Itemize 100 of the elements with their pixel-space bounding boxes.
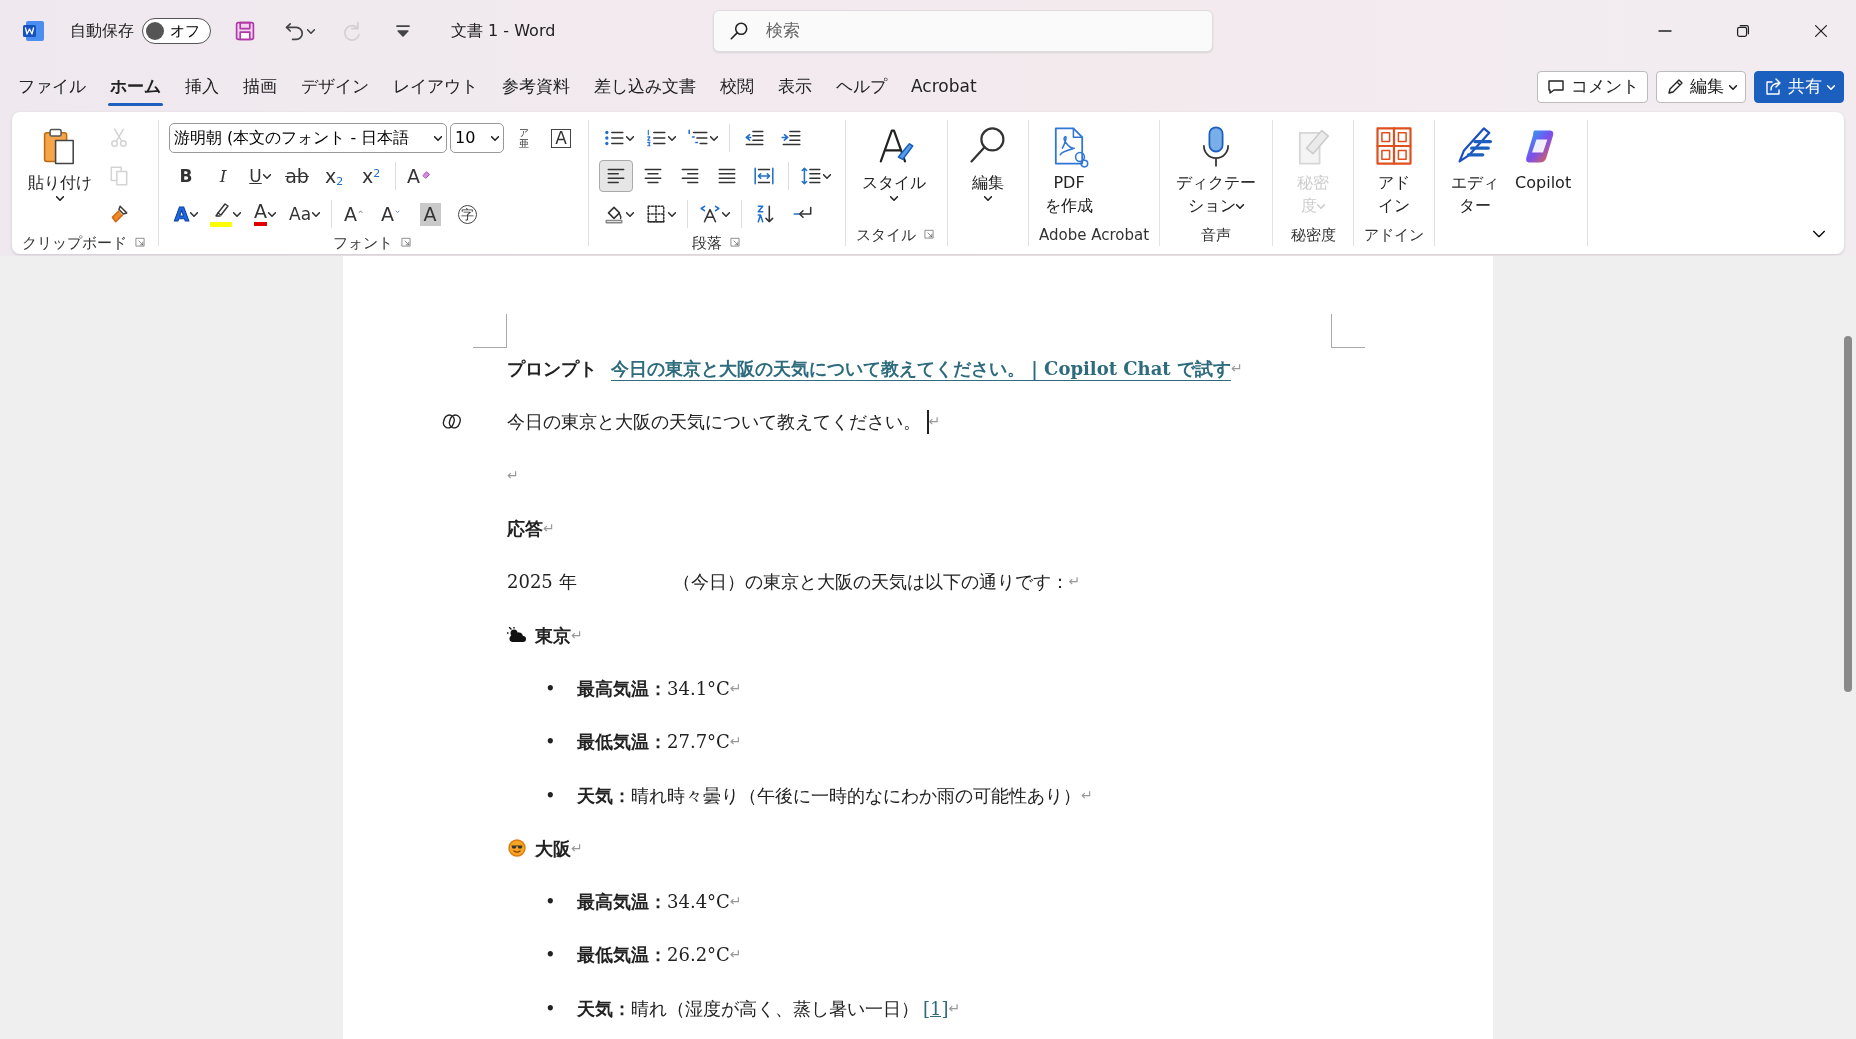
- menu-tab[interactable]: ホーム: [98, 70, 173, 104]
- comment-button[interactable]: コメント: [1537, 71, 1648, 103]
- close-icon: [1812, 22, 1830, 40]
- font-color-button[interactable]: A: [248, 198, 282, 230]
- italic-button[interactable]: I: [206, 160, 240, 192]
- margin-corner-mark: [1331, 314, 1365, 348]
- menu-tab[interactable]: デザイン: [289, 70, 381, 104]
- item-label: 最高気温：: [577, 676, 667, 701]
- font-name-dropdown[interactable]: 游明朝 (本文のフォント - 日本語: [169, 123, 447, 153]
- caret-icon: [434, 135, 442, 141]
- menu-tab[interactable]: 差し込み文書: [582, 70, 708, 104]
- menu-tab[interactable]: レイアウト: [381, 70, 490, 104]
- body-text: （今日）の東京と大阪の天気は以下の通りです：: [672, 570, 1069, 595]
- copy-icon: [108, 165, 130, 187]
- dialog-launcher-button[interactable]: [401, 236, 414, 250]
- item-value: 34.4°C: [667, 890, 730, 915]
- paragraph-mark: ↵: [928, 412, 941, 432]
- paragraph-mark: ↵: [571, 625, 583, 643]
- city-heading: 大阪: [535, 836, 571, 861]
- menu-tab[interactable]: 描画: [231, 70, 289, 104]
- item-label: 最低気温：: [577, 730, 667, 755]
- paragraph-mark: ↵: [1081, 785, 1093, 805]
- dialog-launcher-icon: [729, 236, 743, 250]
- search-field[interactable]: 検索: [764, 17, 1199, 45]
- superscript-button[interactable]: x$^{2}$: [354, 160, 388, 192]
- app-logo-icon: [22, 19, 46, 43]
- subscript-button[interactable]: x$_{2}$: [317, 160, 351, 192]
- align-left-button[interactable]: [599, 160, 633, 192]
- bullet-mark: •: [545, 730, 557, 755]
- character-shading-button[interactable]: A: [413, 198, 448, 230]
- menu-tab[interactable]: ファイル: [6, 70, 98, 104]
- search-box[interactable]: 検索: [713, 10, 1214, 52]
- font-size-dropdown[interactable]: 10: [450, 123, 504, 153]
- menu-tab[interactable]: 参考資料: [490, 70, 582, 104]
- item-value: 26.2°C: [667, 943, 730, 968]
- bold-button[interactable]: B: [169, 160, 203, 192]
- item-value: 27.7°C: [667, 730, 730, 755]
- caret-icon: [491, 135, 499, 141]
- group-label: スタイル: [856, 224, 916, 246]
- editor-button[interactable]: エディ ター: [1445, 120, 1506, 224]
- menu-tab[interactable]: 挿入: [173, 70, 231, 104]
- grow-font-button[interactable]: A: [339, 198, 374, 230]
- group-label: 秘密度: [1290, 224, 1336, 246]
- paragraph-mark: ↵: [1068, 572, 1081, 592]
- dialog-launcher-icon: [135, 236, 148, 250]
- line-spacing-icon: [800, 165, 822, 187]
- paste-button[interactable]: 貼り付け: [22, 120, 98, 232]
- group-label: 音声: [1201, 224, 1232, 246]
- addins-button[interactable]: アド イン: [1364, 120, 1425, 224]
- dialog-launcher-icon: [924, 228, 937, 242]
- response-heading: 応答: [507, 517, 543, 542]
- enclosed-character-button[interactable]: 字: [450, 198, 485, 230]
- menu-tab[interactable]: ヘルプ: [824, 70, 899, 104]
- body-text: 2025 年: [507, 570, 577, 595]
- group-label: Adobe Acrobat: [1039, 224, 1150, 246]
- copilot-button[interactable]: Copilot: [1509, 120, 1578, 224]
- group-label: フォント: [333, 232, 393, 254]
- find-button[interactable]: 編集: [958, 120, 1018, 224]
- item-label: 天気：: [577, 783, 631, 808]
- share-button[interactable]: 共有: [1754, 71, 1844, 103]
- text-effects-button[interactable]: A: [169, 198, 203, 230]
- menu-tab[interactable]: 校閲: [708, 70, 766, 104]
- group-label: 段落: [691, 232, 722, 254]
- paragraph-mark: ↵: [729, 892, 742, 912]
- menu-tab[interactable]: Acrobat: [899, 70, 989, 104]
- mic-button[interactable]: ディクテー ション: [1170, 120, 1263, 224]
- font-name-field[interactable]: 游明朝 (本文のフォント - 日本語: [174, 126, 432, 150]
- item-label: 最低気温：: [577, 943, 667, 968]
- clear-formatting-button[interactable]: A: [403, 160, 439, 192]
- pdf-button[interactable]: PDF を作成: [1039, 120, 1099, 224]
- prompt-label: プロンプト: [507, 357, 597, 382]
- phonetic-guide-button[interactable]: ア 亜: [507, 122, 541, 154]
- margin-corner-mark: [473, 314, 507, 348]
- autosave-label: 自動保存: [70, 20, 134, 42]
- styles-button[interactable]: スタイル: [856, 120, 932, 224]
- paragraph-mark: ↵: [948, 998, 961, 1018]
- numbered-list-icon: [645, 127, 667, 149]
- font-size-field[interactable]: 10: [455, 126, 489, 150]
- paragraph-mark: ↵: [571, 838, 583, 856]
- character-border-button[interactable]: A: [544, 122, 578, 154]
- underline-button[interactable]: U: [243, 160, 277, 192]
- paragraph-mark: ↵: [729, 732, 742, 752]
- citation-link[interactable]: [1]: [923, 994, 949, 1022]
- strikethrough-button[interactable]: ab: [280, 160, 314, 192]
- edit-button[interactable]: 編集: [1656, 71, 1746, 103]
- autosave-toggle[interactable]: オフ: [142, 18, 211, 44]
- dialog-launcher-icon: [401, 236, 414, 250]
- menu-tab[interactable]: 表示: [766, 70, 824, 104]
- dialog-launcher-button[interactable]: [135, 236, 148, 250]
- dialog-launcher-button[interactable]: [729, 236, 743, 250]
- dialog-launcher-button[interactable]: [924, 228, 937, 242]
- prompt-link[interactable]: 今日の東京と大阪の天気について教えてください。 | Copilot Chat で試す: [611, 355, 1231, 383]
- paragraph-mark: ↵: [1230, 359, 1243, 377]
- change-case-button[interactable]: Aa: [285, 198, 325, 230]
- city-heading: 東京: [535, 623, 571, 648]
- item-label: 天気：: [577, 996, 631, 1021]
- shrink-font-button[interactable]: A: [376, 198, 411, 230]
- scrollbar-thumb[interactable]: [1844, 336, 1852, 692]
- share-icon: [1763, 77, 1783, 97]
- paragraph-mark: ↵: [507, 465, 519, 485]
